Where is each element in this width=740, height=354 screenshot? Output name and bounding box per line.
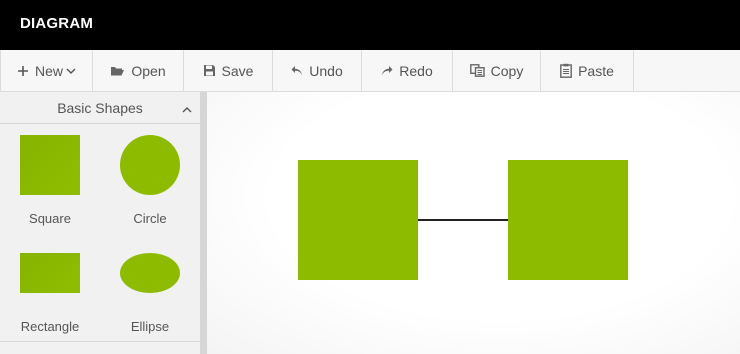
ellipse-shape-icon: [120, 253, 180, 293]
palette-label: Rectangle: [20, 319, 80, 334]
redo-icon: [381, 65, 393, 76]
palette-label: Ellipse: [130, 319, 170, 334]
folder-open-icon: [110, 65, 125, 77]
redo-label: Redo: [399, 62, 433, 79]
palette-item-square[interactable]: Square: [0, 125, 100, 235]
undo-icon: [291, 65, 303, 76]
copy-icon: [469, 64, 485, 77]
basic-shapes-header[interactable]: Basic Shapes: [0, 92, 200, 124]
diagram-canvas[interactable]: [207, 92, 740, 354]
palette-label: Circle: [133, 211, 167, 226]
chevron-up-icon[interactable]: [182, 101, 192, 117]
connector-line[interactable]: [418, 219, 508, 221]
floppy-disk-icon: [203, 64, 216, 77]
shape-palette: Basic Shapes Square Circle Rectangle Ell…: [0, 92, 200, 354]
section-title: Basic Shapes: [57, 99, 143, 116]
plus-icon: [17, 65, 29, 77]
square-shape-icon: [20, 135, 80, 195]
open-label: Open: [131, 62, 166, 79]
paste-button[interactable]: Paste: [541, 50, 634, 91]
redo-button[interactable]: Redo: [362, 50, 453, 91]
circle-shape-icon: [120, 135, 180, 195]
palette-item-rectangle[interactable]: Rectangle: [0, 241, 100, 351]
undo-label: Undo: [309, 62, 343, 79]
clipboard-icon: [560, 63, 572, 78]
diagram-node-square[interactable]: [508, 160, 628, 280]
next-section-header[interactable]: [0, 341, 200, 354]
copy-button[interactable]: Copy: [453, 50, 541, 91]
paste-label: Paste: [578, 62, 614, 79]
undo-button[interactable]: Undo: [273, 50, 362, 91]
rectangle-shape-icon: [20, 253, 80, 293]
palette-item-circle[interactable]: Circle: [100, 125, 200, 235]
chevron-down-icon: [66, 67, 76, 75]
save-label: Save: [221, 62, 254, 79]
diagram-node-square[interactable]: [298, 160, 418, 280]
palette-label: Square: [29, 211, 71, 226]
toolbar: New Open Save Undo Redo Copy Paste: [0, 50, 740, 92]
copy-label: Copy: [490, 62, 524, 79]
new-label: New: [34, 62, 63, 79]
new-button[interactable]: New: [0, 50, 93, 91]
palette-item-ellipse[interactable]: Ellipse: [100, 241, 200, 351]
diagram-app: DIAGRAM New Open Save Undo Redo Copy Pas…: [0, 0, 740, 354]
save-button[interactable]: Save: [184, 50, 273, 91]
title-bar: DIAGRAM: [0, 0, 740, 50]
open-button[interactable]: Open: [93, 50, 184, 91]
app-title: DIAGRAM: [20, 15, 94, 32]
sidebar-scrollbar[interactable]: [200, 92, 207, 354]
